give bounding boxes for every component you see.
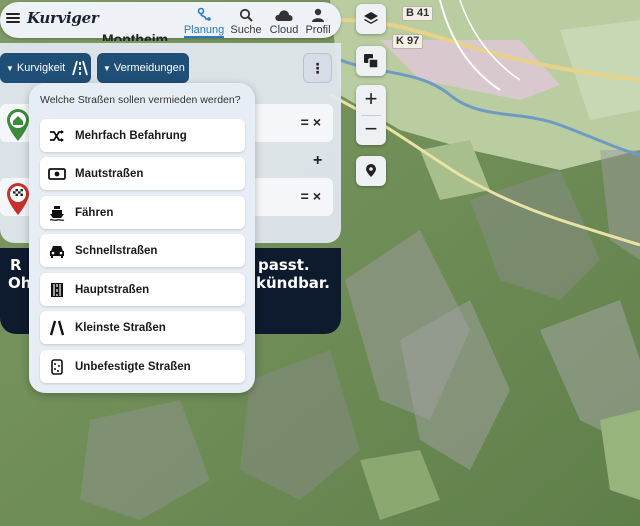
option-label: Unbefestigte Straßen xyxy=(75,360,191,373)
option-label: Schnellstraßen xyxy=(75,244,158,257)
planning-icon xyxy=(182,6,226,24)
unpaved-road-icon xyxy=(44,358,70,375)
narrow-road-icon xyxy=(44,320,70,336)
vermeidungen-button[interactable]: ▼ Vermeidungen xyxy=(97,53,189,83)
option-label: Hauptstraßen xyxy=(75,283,150,296)
top-bar: Kurviger Planung Suche Cloud Profil xyxy=(0,2,341,38)
ferry-icon xyxy=(44,205,70,221)
zoom-out-button[interactable]: − xyxy=(365,116,378,145)
kurvigkeit-label: Kurvigkeit xyxy=(16,62,66,74)
option-label: Mehrfach Befahrung xyxy=(75,129,187,142)
zoom-controls: + − xyxy=(356,85,386,145)
profile-icon xyxy=(296,6,340,24)
option-label: Kleinste Straßen xyxy=(75,321,166,334)
caret-down-icon: ▼ xyxy=(103,63,111,73)
copy-layers-icon xyxy=(364,54,379,69)
zoom-in-button[interactable]: + xyxy=(365,86,378,115)
home-pin-icon xyxy=(7,109,29,141)
nav-label: Planung xyxy=(183,24,225,36)
highway-icon xyxy=(71,59,89,77)
caret-down-icon: ▼ xyxy=(6,63,14,73)
avoidance-popup: Welche Straßen sollen vermieden werden? … xyxy=(29,83,255,393)
layers-icon xyxy=(364,12,378,24)
add-waypoint-button[interactable]: + xyxy=(313,152,322,170)
option-label: Fähren xyxy=(75,206,114,219)
option-faehren[interactable]: Fähren xyxy=(40,196,245,229)
info-line1-right: passt. xyxy=(258,256,310,274)
nav-label: Profil xyxy=(305,24,331,36)
clipped-location-title: Montheim xyxy=(102,31,169,41)
info-line1-left: R xyxy=(10,256,22,274)
nav-profil[interactable]: Profil xyxy=(296,6,340,36)
app-logo[interactable]: Kurviger xyxy=(27,9,99,27)
map-overlay-button[interactable] xyxy=(356,46,386,76)
toll-money-icon xyxy=(44,167,70,180)
option-unbefestigte-strassen[interactable]: Unbefestigte Straßen xyxy=(40,350,245,383)
option-label: Mautstraßen xyxy=(75,167,144,180)
option-kleinste-strassen[interactable]: Kleinste Straßen xyxy=(40,311,245,344)
option-mautstrassen[interactable]: Mautstraßen xyxy=(40,157,245,190)
more-vertical-icon: ⋮ xyxy=(310,59,325,76)
map-layers-button[interactable] xyxy=(356,4,386,34)
info-line2-right: kündbar. xyxy=(256,274,330,292)
vermeidungen-label: Vermeidungen xyxy=(113,62,185,74)
kurvigkeit-button[interactable]: ▼ Kurvigkeit xyxy=(0,53,91,83)
waypoint-reorder-delete[interactable]: =× xyxy=(301,114,325,130)
hamburger-menu-icon[interactable] xyxy=(6,11,20,27)
main-road-icon xyxy=(44,282,70,298)
finish-flag-pin-icon xyxy=(7,183,29,215)
info-line2-left: Oh xyxy=(8,274,32,292)
shuffle-icon xyxy=(44,129,70,143)
location-pin-icon xyxy=(366,164,376,177)
locate-button[interactable] xyxy=(356,156,386,186)
road-label-k97: K 97 xyxy=(392,34,424,49)
nav-planung[interactable]: Planung xyxy=(182,6,226,36)
road-label-b41: B 41 xyxy=(402,6,434,21)
more-options-button[interactable]: ⋮ xyxy=(303,53,332,83)
car-icon xyxy=(44,244,70,258)
active-tab-indicator xyxy=(184,36,224,38)
option-schnellstrassen[interactable]: Schnellstraßen xyxy=(40,234,245,267)
option-hauptstrassen[interactable]: Hauptstraßen xyxy=(40,273,245,306)
waypoint-reorder-delete[interactable]: =× xyxy=(301,188,325,204)
option-mehrfach-befahrung[interactable]: Mehrfach Befahrung xyxy=(40,119,245,152)
popup-title: Welche Straßen sollen vermieden werden? xyxy=(40,94,241,106)
